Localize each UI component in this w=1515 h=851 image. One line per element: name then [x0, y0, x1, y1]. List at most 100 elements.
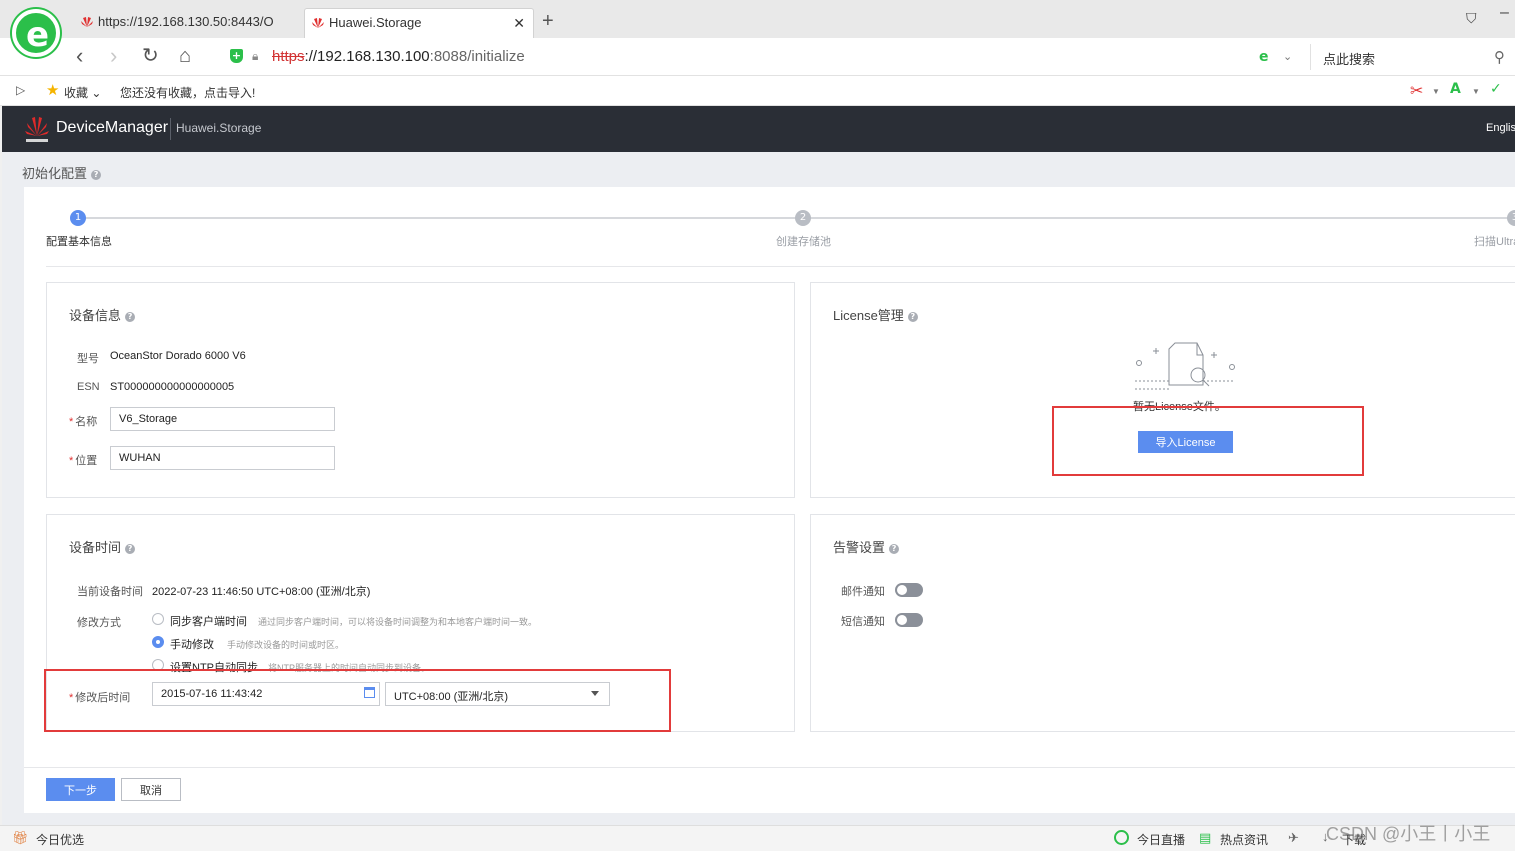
favorites-menu[interactable]: 收藏 ⌄	[64, 84, 101, 101]
live-icon[interactable]	[1114, 830, 1129, 845]
sms-notify-label: 短信通知	[841, 616, 885, 628]
name-field[interactable]	[110, 407, 335, 431]
search-input[interactable]: 点此搜索 ⚲	[1310, 44, 1515, 70]
current-time-value: 2022-07-23 11:46:50 UTC+08:00 (亚洲/北京)	[152, 586, 371, 598]
chevron-down-icon[interactable]: ▼	[1432, 87, 1440, 96]
browser-tab-2[interactable]: Huawei.Storage ✕	[304, 8, 534, 38]
forward-icon[interactable]: ›	[110, 45, 117, 67]
radio-manual-desc: 手动修改设备的时间或时区。	[227, 640, 345, 650]
scissors-icon[interactable]: ✂	[1410, 81, 1423, 101]
search-icon[interactable]: ⚲	[1494, 48, 1505, 66]
empty-license-icon	[1135, 342, 1235, 390]
browser-logo-icon: e	[12, 9, 60, 57]
step-1-marker: 1	[70, 210, 86, 226]
help-icon[interactable]: ?	[125, 312, 136, 322]
header-divider	[170, 118, 171, 140]
security-icon[interactable]: ✓	[1490, 81, 1502, 97]
ie-mode-icon[interactable]: e	[1259, 49, 1269, 65]
chevron-down-icon[interactable]: ⌄	[1283, 50, 1292, 63]
browser-tab-bar: https://192.168.130.50:8443/O Huawei.Sto…	[0, 0, 1515, 38]
next-button[interactable]: 下一步	[46, 778, 115, 801]
step-1-label: 配置基本信息	[46, 236, 112, 248]
device-time-title: 设备时间	[69, 540, 122, 555]
news-icon[interactable]: ▤	[1199, 830, 1211, 846]
address-bar: ‹ › ↻ ⌂ + 🔒︎ https://192.168.130.100:808…	[0, 38, 1515, 76]
lock-icon[interactable]: 🔒︎	[252, 49, 264, 63]
model-value: OceanStor Dorado 6000 V6	[110, 350, 246, 362]
translate-icon[interactable]: A	[1450, 81, 1461, 97]
model-label: 型号	[77, 353, 99, 365]
hot-news-link[interactable]: 热点资讯	[1220, 831, 1268, 848]
name-label: * 名称	[69, 416, 98, 428]
toggle-knob	[897, 585, 907, 595]
radio-manual-label[interactable]: 手动修改	[170, 636, 214, 652]
sidebar-toggle-icon[interactable]: ▷	[16, 83, 25, 97]
tab-title: Huawei.Storage	[329, 15, 422, 30]
radio-sync-client[interactable]	[152, 613, 164, 625]
favorites-bar: ▷ ★ 收藏 ⌄ 您还没有收藏，点击导入! ✂ ▼ A ▼ ✓	[0, 76, 1515, 106]
card-title: License管理?	[833, 305, 918, 324]
watermark: CSDN @小王丨小王	[1326, 824, 1491, 844]
help-icon[interactable]: ?	[907, 312, 918, 322]
highlight-box-time	[44, 669, 671, 732]
search-placeholder: 点此搜索	[1323, 52, 1376, 67]
today-picks-link[interactable]: 今日优选	[36, 831, 84, 848]
toggle-knob	[897, 615, 907, 625]
current-time-label: 当前设备时间	[77, 586, 143, 598]
radio-sync-client-desc: 通过同步客户端时间，可以将设备时间调整为和本地客户端时间一致。	[258, 617, 538, 627]
mode-label: 修改方式	[77, 617, 121, 629]
divider	[24, 767, 1515, 768]
home-icon[interactable]: ⌂	[179, 45, 191, 67]
url-field[interactable]: https://192.168.130.100:8088/initialize	[272, 48, 525, 65]
location-label-text: 位置	[75, 455, 98, 467]
page-title: 初始化配置?	[22, 163, 102, 182]
help-icon[interactable]: ?	[889, 544, 900, 554]
language-switch[interactable]: English	[1486, 122, 1515, 134]
close-icon[interactable]: ✕	[513, 15, 525, 32]
skin-icon[interactable]: ⛉	[1466, 10, 1477, 27]
tab-title: https://192.168.130.50:8443/O	[98, 14, 274, 29]
browser-status-bar: 🎁︎ 今日优选 今日直播 ▤ 热点资讯 ✈ ↓ 下载	[0, 825, 1515, 851]
app-header: DeviceManager Huawei.Storage English	[2, 106, 1515, 152]
app-title: DeviceManager	[56, 119, 169, 136]
shield-icon[interactable]: +	[230, 49, 243, 63]
device-info-card: 设备信息? 型号 OceanStor Dorado 6000 V6 ESN ST…	[46, 282, 795, 498]
huawei-favicon-icon	[312, 18, 324, 28]
sms-notify-toggle[interactable]	[895, 613, 923, 627]
alarm-title: 告警设置	[833, 540, 886, 555]
url-protocol: https	[272, 48, 305, 65]
cancel-button[interactable]: 取消	[121, 778, 181, 801]
help-icon[interactable]: ?	[125, 544, 136, 554]
step-3-label: 扫描Ultra	[1474, 236, 1515, 248]
highlight-box-license	[1052, 406, 1364, 476]
radio-manual[interactable]	[152, 636, 164, 648]
location-label: * 位置	[69, 455, 98, 467]
favorites-import-hint[interactable]: 您还没有收藏，点击导入!	[120, 84, 255, 101]
license-title: License管理	[833, 308, 904, 323]
product-name: Huawei.Storage	[176, 121, 262, 135]
chevron-down-icon[interactable]: ▼	[1472, 87, 1480, 96]
location-field[interactable]	[110, 446, 335, 470]
page-title-text: 初始化配置	[22, 166, 88, 181]
favorites-label: 收藏	[64, 86, 89, 100]
minimize-icon[interactable]: –	[1500, 4, 1509, 22]
email-notify-label: 邮件通知	[841, 586, 885, 598]
step-2-marker: 2	[795, 210, 811, 226]
gift-icon[interactable]: 🎁︎	[12, 830, 29, 846]
today-live-link[interactable]: 今日直播	[1137, 831, 1185, 848]
reload-icon[interactable]: ↻	[142, 45, 159, 67]
huawei-logo-icon	[25, 117, 49, 142]
email-notify-toggle[interactable]	[895, 583, 923, 597]
new-tab-icon[interactable]: +	[542, 11, 554, 31]
radio-sync-client-label[interactable]: 同步客户端时间	[170, 613, 247, 629]
card-title: 设备信息?	[69, 305, 136, 324]
help-icon[interactable]: ?	[91, 170, 102, 180]
card-title: 告警设置?	[833, 537, 900, 556]
pin-icon[interactable]: ✈	[1288, 830, 1299, 846]
alarm-settings-card: 告警设置? 邮件通知 短信通知	[810, 514, 1515, 732]
browser-tab-1[interactable]: https://192.168.130.50:8443/O	[74, 8, 302, 38]
esn-value: ST000000000000000005	[110, 381, 235, 393]
back-icon[interactable]: ‹	[76, 45, 83, 67]
name-label-text: 名称	[75, 416, 98, 428]
star-icon[interactable]: ★	[46, 81, 59, 99]
